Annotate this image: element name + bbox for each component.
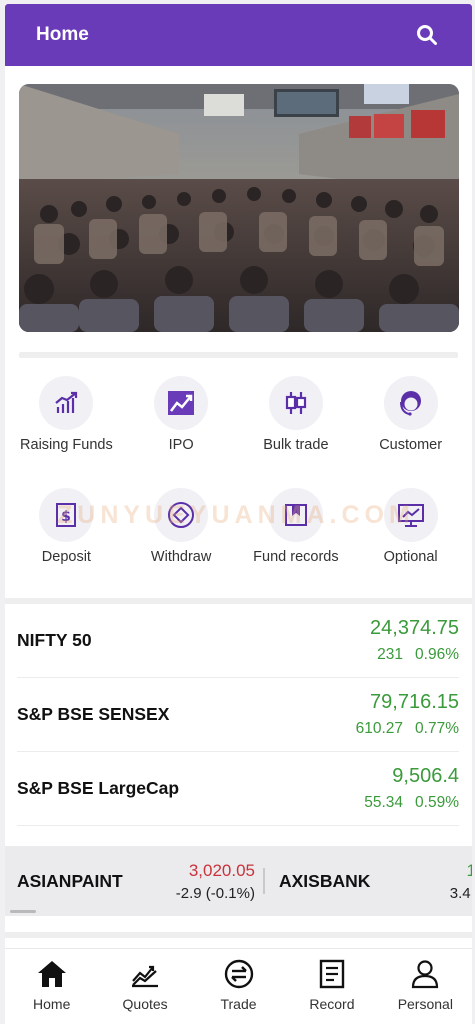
index-row[interactable]: S&P BSE SENSEX 79,716.15 610.27 0.77% (17, 678, 459, 752)
ticker-price: 3,020.05 (188, 860, 255, 880)
index-change: 55.34 (364, 794, 404, 811)
ticker-symbol: AXISBANK (279, 870, 371, 891)
quotes-chart-icon (129, 959, 161, 994)
app-frame: Home Raising Funds IPO Bulk trade Custom… (5, 4, 472, 1024)
tab-home[interactable]: Home (5, 949, 98, 1024)
page-title: Home (36, 24, 89, 45)
tab-quotes[interactable]: Quotes (98, 949, 191, 1024)
ticker-divider (263, 868, 265, 894)
stock-ticker[interactable]: ASIANPAINT 3,020.05 -2.9 (-0.1%) AXISBAN… (5, 846, 472, 916)
index-name: NIFTY 50 (17, 630, 92, 650)
headset-user-icon (383, 376, 438, 430)
ticker-change: 3.4 (0.29 (449, 884, 472, 902)
service-deposit[interactable]: $ Deposit (9, 488, 124, 586)
ticker-symbol: ASIANPAINT (17, 870, 123, 891)
service-bulk-trade[interactable]: Bulk trade (239, 376, 354, 474)
search-icon[interactable] (414, 22, 440, 48)
exchange-arrows-icon (223, 959, 255, 994)
service-label: Withdraw (150, 549, 212, 565)
index-price: 9,506.4 (392, 765, 459, 787)
bottom-tab-bar: Home Quotes Trade Record Personal (5, 948, 472, 1024)
section-separator (5, 932, 472, 938)
tab-label: Trade (220, 996, 257, 1012)
svg-text:$: $ (62, 509, 72, 525)
index-row[interactable]: S&P BSE LargeCap 9,506.4 55.34 0.59% (17, 752, 459, 826)
house-icon (36, 959, 68, 994)
service-fund-records[interactable]: Fund records (239, 488, 354, 586)
services-grid: Raising Funds IPO Bulk trade Customer $ … (5, 358, 472, 586)
tab-label: Personal (397, 996, 453, 1012)
dollar-document-icon: $ (39, 488, 94, 542)
service-label: Fund records (253, 549, 339, 565)
service-label: IPO (168, 437, 194, 453)
tab-label: Home (33, 996, 71, 1012)
banner-image[interactable] (19, 84, 459, 332)
service-withdraw[interactable]: Withdraw (124, 488, 239, 586)
service-raising-funds[interactable]: Raising Funds (9, 376, 124, 474)
tab-personal[interactable]: Personal (379, 949, 472, 1024)
candlestick-icon (268, 376, 323, 430)
service-optional[interactable]: Optional (353, 488, 468, 586)
service-label: Bulk trade (263, 437, 329, 453)
trend-chart-icon (154, 376, 209, 430)
monitor-chart-icon (383, 488, 438, 542)
chart-up-icon (39, 376, 94, 430)
index-percent: 0.96% (415, 646, 459, 663)
service-customer[interactable]: Customer (353, 376, 468, 474)
service-label: Customer (379, 437, 443, 453)
diamond-coin-icon (154, 488, 209, 542)
index-change: 610.27 (355, 720, 404, 737)
tab-label: Quotes (122, 996, 168, 1012)
bookmark-folder-icon (268, 488, 323, 542)
service-label: Raising Funds (20, 437, 113, 453)
service-ipo[interactable]: IPO (124, 376, 239, 474)
index-list: NIFTY 50 24,374.75 231 0.96% S&P BSE SENS… (5, 604, 472, 826)
ticker-item[interactable]: AXISBANK 1,156 3.4 (0.29 (279, 846, 472, 916)
tab-trade[interactable]: Trade (192, 949, 285, 1024)
user-icon (409, 959, 441, 994)
tab-label: Record (309, 996, 355, 1012)
document-list-icon (316, 959, 348, 994)
top-bar: Home (5, 4, 472, 66)
tab-record[interactable]: Record (285, 949, 378, 1024)
index-price: 79,716.15 (370, 691, 459, 713)
index-name: S&P BSE LargeCap (17, 778, 180, 798)
index-percent: 0.77% (415, 720, 459, 737)
ticker-price: 1,156 (466, 860, 472, 880)
index-row[interactable]: NIFTY 50 24,374.75 231 0.96% (17, 604, 459, 678)
index-name: S&P BSE SENSEX (17, 704, 170, 724)
index-change: 231 (377, 646, 404, 663)
ticker-change: -2.9 (-0.1%) (175, 884, 255, 902)
service-label: Optional (383, 549, 438, 565)
index-percent: 0.59% (415, 794, 459, 811)
service-label: Deposit (41, 549, 91, 565)
index-price: 24,374.75 (370, 617, 459, 639)
ticker-item[interactable]: ASIANPAINT 3,020.05 -2.9 (-0.1%) (17, 846, 255, 916)
ticker-scroll-indicator (10, 910, 36, 913)
